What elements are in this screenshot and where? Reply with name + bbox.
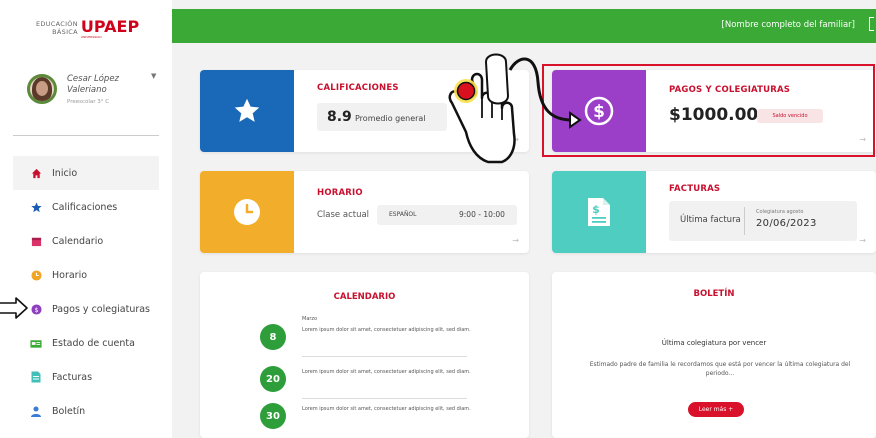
sidebar-item-estado-cuenta[interactable]: Estado de cuenta — [13, 326, 159, 360]
last-invoice-label: Última factura — [680, 215, 741, 225]
payments-highlight — [542, 64, 875, 157]
schedule-card[interactable]: HORARIO Clase actual ESPAÑOL 9:00 - 10:0… — [200, 171, 529, 253]
clock-icon — [234, 199, 260, 225]
calendar-title: CALENDARIO — [333, 292, 396, 302]
grades-title: CALIFICACIONES — [317, 83, 399, 93]
report-text: Estimado padre de familia le recordamos … — [589, 361, 851, 377]
sidebar-item-label: Inicio — [52, 167, 78, 179]
grade-average-box: 8.9 Promedio general — [317, 103, 447, 131]
calendar-event-text: Lorem ipsum dolor sit amet, consectetuer… — [302, 369, 471, 375]
grade-average-label: Promedio general — [355, 114, 426, 123]
account-icon — [30, 337, 42, 349]
last-invoice-date: 20/06/2023 — [756, 218, 817, 229]
sidebar-nav: Inicio Calificaciones Calendario Horario… — [13, 156, 159, 428]
star-icon — [234, 98, 260, 122]
current-class-label: Clase actual — [317, 210, 370, 220]
sidebar: EDUCACIÓN BÁSICA UPAEP UNIVERSIDAD Cesar… — [0, 0, 172, 438]
current-class-subject: ESPAÑOL — [389, 211, 417, 218]
calendar-event-text: Lorem ipsum dolor sit amet, consectetuer… — [302, 327, 471, 333]
sidebar-divider — [13, 135, 159, 136]
top-bar: [Nombre completo del familiar] — [172, 9, 876, 43]
grade-average-value: 8.9 — [327, 109, 352, 125]
invoices-title: FACTURAS — [669, 184, 721, 194]
grades-card[interactable]: CALIFICACIONES 8.9 Promedio general → — [200, 70, 529, 152]
current-class-box: ESPAÑOL 9:00 - 10:00 — [377, 205, 517, 225]
report-title: BOLETÍN — [693, 289, 735, 299]
arrow-right-icon[interactable]: → — [859, 236, 866, 245]
grades-tile — [200, 70, 294, 152]
report-card: BOLETÍN Última colegiatura por vencer Es… — [552, 272, 876, 438]
sidebar-item-label: Pagos y colegiaturas — [52, 303, 151, 315]
sidebar-item-horario[interactable]: Horario — [13, 258, 159, 292]
arrow-right-icon[interactable]: → — [512, 135, 519, 144]
arrow-right-icon[interactable]: → — [512, 236, 519, 245]
report-subtitle: Última colegiatura por vencer — [661, 339, 767, 347]
svg-text:$: $ — [34, 305, 38, 313]
sidebar-item-calificaciones[interactable]: Calificaciones — [13, 190, 159, 224]
avatar[interactable] — [27, 74, 57, 104]
calendar-day: 8 — [260, 324, 286, 350]
family-member-name[interactable]: [Nombre completo del familiar] — [722, 20, 855, 30]
read-more-button[interactable]: Leer más + — [688, 402, 744, 417]
dollar-icon: $ — [30, 303, 42, 315]
caret-down-icon[interactable]: ▼ — [151, 72, 156, 80]
logo-line1: EDUCACIÓN — [36, 20, 78, 28]
logout-icon[interactable] — [869, 17, 874, 31]
sidebar-item-label: Horario — [52, 269, 88, 281]
sidebar-item-inicio[interactable]: Inicio — [13, 156, 159, 190]
svg-text:$: $ — [592, 203, 600, 216]
invoice-icon — [30, 371, 42, 383]
calendar-day: 20 — [260, 366, 286, 392]
sidebar-item-label: Estado de cuenta — [52, 337, 135, 349]
report-icon — [30, 405, 42, 417]
calendar-event[interactable]: 30 Lorem ipsum dolor sit amet, consectet… — [260, 400, 471, 436]
profile-role: Preescolar 3° C — [67, 99, 110, 105]
profile[interactable]: Cesar López Valeriano Preescolar 3° C ▼ — [27, 72, 162, 112]
home-icon — [30, 167, 42, 179]
calendar-event-text: Lorem ipsum dolor sit amet, consectetuer… — [302, 406, 471, 412]
calendar-event[interactable]: Marzo 8 Lorem ipsum dolor sit amet, cons… — [260, 316, 471, 357]
sidebar-item-label: Facturas — [52, 371, 93, 383]
sidebar-item-calendario[interactable]: Calendario — [13, 224, 159, 258]
sidebar-item-label: Calendario — [52, 235, 104, 247]
upaep-logo[interactable]: EDUCACIÓN BÁSICA UPAEP UNIVERSIDAD — [36, 18, 139, 39]
invoices-tile: $ — [552, 171, 646, 253]
sidebar-item-pagos[interactable]: $ Pagos y colegiaturas — [13, 292, 159, 326]
last-invoice-box: Última factura Colegiatura agosto 20/06/… — [669, 201, 857, 241]
sidebar-item-label: Boletín — [52, 405, 86, 417]
current-class-time: 9:00 - 10:00 — [459, 210, 505, 219]
clock-icon — [30, 269, 42, 281]
invoices-card[interactable]: $ FACTURAS Última factura Colegiatura ag… — [552, 171, 876, 253]
logo-brand: UPAEP — [80, 17, 140, 36]
sidebar-item-boletin[interactable]: Boletín — [13, 394, 159, 428]
last-invoice-concept: Colegiatura agosto — [756, 209, 804, 215]
calendar-day: 30 — [260, 403, 286, 429]
calendar-month: Marzo — [302, 316, 318, 322]
profile-name: Cesar López Valeriano — [67, 74, 120, 95]
sidebar-item-label: Calificaciones — [52, 201, 118, 213]
star-icon — [30, 201, 42, 213]
calendar-event[interactable]: 20 Lorem ipsum dolor sit amet, consectet… — [260, 363, 471, 399]
schedule-title: HORARIO — [317, 188, 363, 198]
invoice-icon: $ — [588, 198, 610, 226]
schedule-tile — [200, 171, 294, 253]
sidebar-item-facturas[interactable]: Facturas — [13, 360, 159, 394]
calendar-card: CALENDARIO Marzo 8 Lorem ipsum dolor sit… — [200, 272, 529, 438]
calendar-icon — [30, 235, 42, 247]
logo-line2: BÁSICA — [52, 28, 78, 36]
